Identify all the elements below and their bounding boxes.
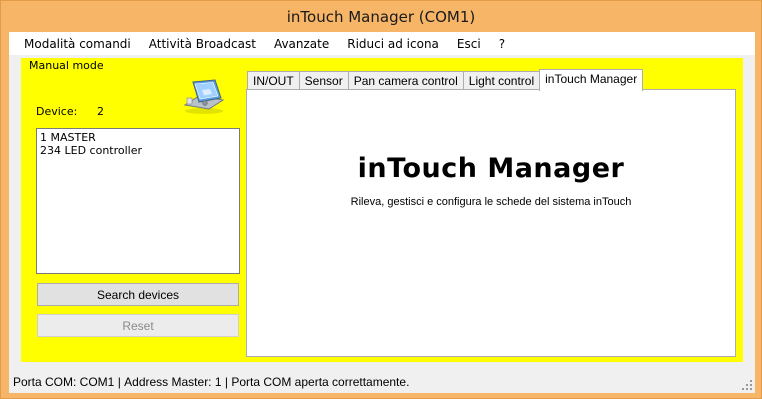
- status-message: Porta COM aperta correttamente.: [231, 375, 410, 389]
- list-item[interactable]: 234 LED controller: [40, 144, 236, 157]
- tab-in-out[interactable]: IN/OUT: [247, 71, 300, 91]
- menu-esci[interactable]: Esci: [448, 33, 490, 55]
- search-devices-button[interactable]: Search devices: [37, 283, 239, 306]
- status-port: Porta COM: COM1: [13, 375, 115, 389]
- panel-title: inTouch Manager: [357, 153, 625, 184]
- device-label: Device:: [36, 105, 78, 118]
- resize-grip-icon[interactable]: [741, 379, 753, 391]
- device-count: 2: [97, 105, 104, 118]
- client-area: Modalità comandi Attività Broadcast Avan…: [9, 32, 755, 393]
- menu-help[interactable]: ?: [490, 33, 514, 55]
- tab-pan-camera-control[interactable]: Pan camera control: [347, 71, 464, 91]
- tab-sensor[interactable]: Sensor: [298, 71, 349, 91]
- list-item[interactable]: 1 MASTER: [40, 131, 236, 144]
- tab-light-control[interactable]: Light control: [462, 71, 541, 91]
- title-bar[interactable]: inTouch Manager (COM1): [1, 1, 761, 32]
- menu-avanzate[interactable]: Avanzate: [265, 33, 338, 55]
- menu-modalita-comandi[interactable]: Modalità comandi: [15, 33, 140, 55]
- panel-subtitle: Rileva, gestisci e configura le schede d…: [350, 196, 632, 208]
- pda-device-icon: [183, 79, 225, 114]
- status-bar: Porta COM: COM1 | Address Master: 1 | Po…: [9, 371, 755, 393]
- tab-intouch-manager[interactable]: inTouch Manager: [539, 69, 644, 91]
- menu-attivita-broadcast[interactable]: Attività Broadcast: [140, 33, 265, 55]
- group-label: Manual mode: [29, 59, 104, 72]
- status-separator: |: [221, 375, 232, 389]
- app-window: inTouch Manager (COM1) Modalità comandi …: [0, 0, 762, 399]
- status-address: Address Master: 1: [124, 375, 222, 389]
- reset-button[interactable]: Reset: [37, 314, 239, 337]
- tab-strip: IN/OUT Sensor Pan camera control Light c…: [247, 69, 644, 91]
- menu-bar: Modalità comandi Attività Broadcast Avan…: [9, 32, 755, 56]
- menu-riduci-ad-icona[interactable]: Riduci ad icona: [338, 33, 448, 55]
- device-list[interactable]: 1 MASTER 234 LED controller: [36, 128, 240, 274]
- tab-panel: inTouch Manager Rileva, gestisci e confi…: [246, 89, 736, 357]
- manual-mode-group: Manual mode Device: 2 1 MASTER 234 LED c…: [21, 58, 743, 362]
- status-separator: |: [114, 375, 125, 389]
- window-title: inTouch Manager (COM1): [286, 7, 476, 26]
